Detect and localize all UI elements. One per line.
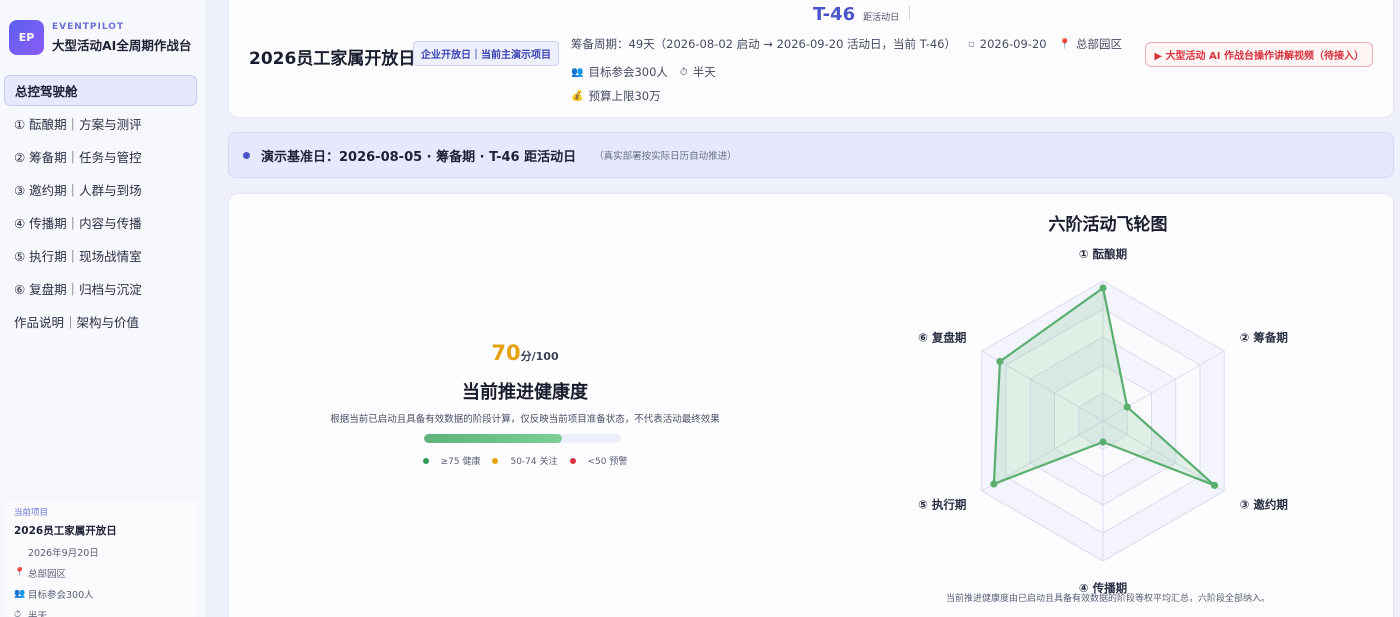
sidebar-item-cockpit[interactable]: 总控驾驶舱 bbox=[4, 75, 197, 106]
brand[interactable]: EP EVENTPILOT 大型活动AI全周期作战台 bbox=[9, 20, 191, 55]
project-card-duration: ⏱ 半天 bbox=[14, 608, 190, 617]
people-icon: 👥 bbox=[14, 589, 26, 599]
health-description: 根据当前已启动且具备有效数据的阶段计算，仅反映当前项目准备状态，不代表活动最终效… bbox=[330, 414, 720, 425]
duration-text: 半天 bbox=[692, 65, 716, 79]
meta-row-budget: 💰 预算上限30万 bbox=[571, 88, 661, 104]
legend-label: <50 预警 bbox=[587, 457, 628, 467]
clock-icon: ⏱ bbox=[679, 66, 688, 78]
project-card-attendance-text: 目标参会300人 bbox=[28, 590, 94, 601]
banner-note: （真实部署按实际日历自动推进） bbox=[594, 151, 737, 162]
legend-label: ≥75 健康 bbox=[440, 457, 481, 467]
project-card-eyebrow: 当前项目 bbox=[14, 508, 49, 518]
current-project-card: 当前项目 2026员工家属开放日 2026年9月20日 📍 总部园区 👥 目标参… bbox=[6, 500, 198, 617]
legend-dot bbox=[422, 457, 429, 464]
legend-label: 50-74 关注 bbox=[510, 457, 558, 467]
banner-text: 演示基准日：2026-08-05 · 筹备期 · T-46 距活动日 bbox=[261, 149, 577, 165]
legend-item-healthy: ≥75 健康 bbox=[422, 454, 481, 467]
radar-point-1 bbox=[1099, 284, 1107, 292]
people-icon: 👥 bbox=[571, 66, 584, 78]
project-card-attendance: 👥 目标参会300人 bbox=[14, 587, 190, 601]
budget-text: 预算上限30万 bbox=[588, 89, 661, 103]
radar-axis-label-2: ② 筹备期 bbox=[1240, 331, 1288, 345]
event-date: 2026-09-20 bbox=[979, 37, 1047, 51]
project-header: T-46 距活动日 2026员工家属开放日 企业开放日｜当前主演示项目 筹备周期… bbox=[228, 0, 1394, 118]
radar-axis-label-5: ⑤ 执行期 bbox=[918, 498, 966, 512]
legend-item-watch: 50-74 关注 bbox=[492, 454, 558, 467]
project-card-date-text: 2026年9月20日 bbox=[28, 548, 99, 559]
event-location: 总部园区 bbox=[1076, 37, 1123, 51]
countdown: T-46 距活动日 bbox=[813, 4, 911, 25]
radar-svg: ① 酝酿期② 筹备期③ 邀约期④ 传播期⑤ 执行期⑥ 复盘期 bbox=[918, 247, 1288, 595]
sidebar: EP EVENTPILOT 大型活动AI全周期作战台 总控驾驶舱 ① 酝酿期｜方… bbox=[0, 0, 207, 617]
health-score: 70分/100 bbox=[229, 341, 821, 365]
radar-point-4 bbox=[1099, 438, 1107, 446]
page-title: 2026员工家属开放日 bbox=[249, 49, 416, 69]
health-progress-fill bbox=[424, 434, 562, 443]
status-dot bbox=[243, 151, 250, 159]
project-card-date: 2026年9月20日 bbox=[14, 545, 190, 559]
project-tag: 企业开放日｜当前主演示项目 bbox=[413, 41, 559, 66]
countdown-value: T-46 bbox=[813, 4, 856, 25]
clock-icon: ⏱ bbox=[14, 610, 22, 617]
sidebar-item-phase-3[interactable]: ③ 邀约期｜人群与到场 bbox=[4, 174, 197, 205]
divider bbox=[909, 6, 911, 20]
sidebar-nav: 总控驾驶舱 ① 酝酿期｜方案与测评 ② 筹备期｜任务与管控 ③ 邀约期｜人群与到… bbox=[4, 75, 197, 339]
legend-dot bbox=[569, 457, 576, 464]
attendance-text: 目标参会300人 bbox=[588, 65, 668, 79]
health-score-section: 70分/100 当前推进健康度 根据当前已启动且具备有效数据的阶段计算，仅反映当… bbox=[229, 194, 821, 617]
brand-eyebrow: EVENTPILOT bbox=[52, 21, 125, 32]
radar-point-2 bbox=[1123, 403, 1131, 411]
project-card-location: 📍 总部园区 bbox=[14, 566, 190, 580]
pin-icon: 📍 bbox=[1058, 38, 1072, 50]
radar-axis-label-1: ① 酝酿期 bbox=[1079, 247, 1127, 261]
brand-text: EVENTPILOT 大型活动AI全周期作战台 bbox=[52, 22, 191, 54]
sidebar-item-phase-6[interactable]: ⑥ 复盘期｜归档与沉淀 bbox=[4, 273, 197, 304]
project-card-location-text: 总部园区 bbox=[28, 569, 67, 580]
radar-point-3 bbox=[1210, 481, 1219, 489]
legend-dot bbox=[492, 457, 499, 464]
demo-date-banner: 演示基准日：2026-08-05 · 筹备期 · T-46 距活动日 （真实部署… bbox=[228, 132, 1394, 178]
radar-axis-label-3: ③ 邀约期 bbox=[1240, 498, 1288, 512]
cycle-text: 筹备周期：49天（2026-08-02 启动 → 2026-09-20 活动日，… bbox=[571, 37, 956, 51]
radar-axis-label-6: ⑥ 复盘期 bbox=[918, 331, 966, 345]
brand-title: 大型活动AI全周期作战台 bbox=[52, 37, 192, 53]
health-legend: ≥75 健康 50-74 关注 <50 预警 bbox=[229, 454, 821, 467]
flywheel-radar-chart: 六阶活动飞轮图 ① 酝酿期 ② 筹备期 ③ 邀约期 ④ 传播期 ⑤ 执行期 ⑥ 复盘期 当… bbox=[821, 194, 1395, 617]
countdown-label: 距活动日 bbox=[863, 13, 900, 23]
pin-icon: 📍 bbox=[14, 568, 26, 578]
radar-point-5 bbox=[990, 480, 998, 488]
legend-item-warning: <50 预警 bbox=[569, 454, 628, 467]
dashboard-panel: 70分/100 当前推进健康度 根据当前已启动且具备有效数据的阶段计算，仅反映当… bbox=[228, 193, 1394, 617]
sidebar-item-phase-2[interactable]: ② 筹备期｜任务与管控 bbox=[4, 141, 197, 172]
sidebar-item-phase-5[interactable]: ⑤ 执行期｜现场战情室 bbox=[4, 240, 197, 271]
health-score-value: 70 bbox=[491, 341, 521, 365]
meta-row-attendance: 👥 目标参会300人 ⏱ 半天 bbox=[571, 64, 716, 80]
health-score-unit: 分/100 bbox=[520, 350, 559, 363]
chart-note: 当前推进健康度由已启动且具备有效数据的阶段等权平均汇总，六阶段全部纳入。 bbox=[945, 594, 1270, 604]
radar-point-6 bbox=[996, 357, 1004, 366]
meta-row-cycle: 筹备周期：49天（2026-08-02 启动 → 2026-09-20 活动日，… bbox=[571, 36, 1122, 52]
health-progress-bar bbox=[424, 434, 621, 443]
money-bag-icon: 💰 bbox=[571, 90, 584, 102]
project-card-name: 2026员工家属开放日 bbox=[14, 525, 117, 537]
tutorial-video-button[interactable]: ▶ 大型活动 AI 作战台操作讲解视频（待接入） bbox=[1145, 42, 1373, 67]
calendar-icon: ▫ bbox=[967, 38, 975, 50]
project-card-duration-text: 半天 bbox=[28, 611, 48, 617]
sidebar-item-phase-1[interactable]: ① 酝酿期｜方案与测评 bbox=[4, 108, 197, 139]
sidebar-item-about[interactable]: 作品说明｜架构与价值 bbox=[4, 306, 197, 337]
sidebar-item-phase-4[interactable]: ④ 传播期｜内容与传播 bbox=[4, 207, 197, 238]
health-title: 当前推进健康度 bbox=[462, 382, 588, 403]
brand-logo: EP bbox=[9, 20, 44, 55]
